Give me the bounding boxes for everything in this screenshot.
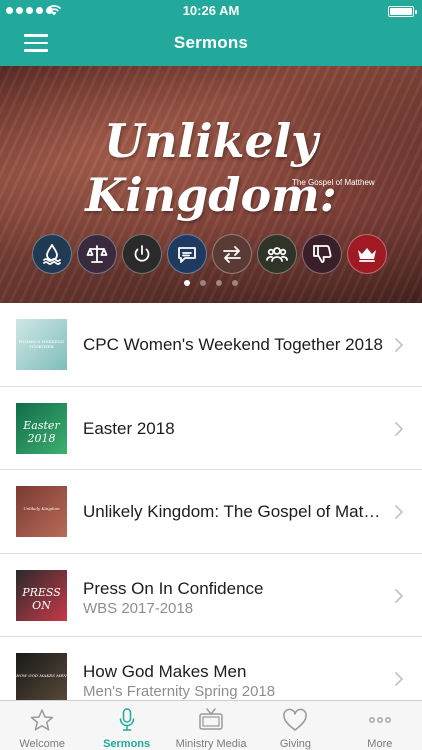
status-time: 10:26 AM: [182, 3, 240, 18]
series-thumbnail: PRESS ON: [16, 569, 67, 621]
thumbnail-label: Unlikely Kingdom: [23, 506, 60, 511]
microphone-icon: [119, 708, 134, 731]
list-item-subtitle: Men's Fraternity Spring 2018: [83, 683, 276, 700]
list-item[interactable]: Unlikely Kingdom Unlikely Kingdom: The Go…: [0, 470, 422, 554]
series-thumbnail: WOMEN'S WEEKEND TOGETHER: [16, 319, 67, 370]
tab-label: Sermons: [103, 738, 151, 750]
series-thumbnail: Unlikely Kingdom: [16, 486, 67, 537]
tab-label: More: [367, 738, 393, 750]
page-dot[interactable]: [184, 280, 190, 286]
tab-sermons[interactable]: Sermons: [84, 701, 168, 750]
tv-icon: [199, 708, 223, 730]
crown-icon: [347, 234, 387, 274]
chevron-right-icon: [395, 505, 403, 519]
series-banner[interactable]: Unlikely Kingdom: The Gospel of Matthew: [0, 66, 422, 303]
tab-label: Giving: [279, 738, 312, 750]
more-dots-icon: [368, 717, 391, 723]
list-item-title: CPC Women's Weekend Together 2018: [83, 335, 383, 354]
list-item-subtitle: WBS 2017-2018: [83, 599, 194, 617]
tab-giving[interactable]: Giving: [253, 701, 337, 750]
tab-ministry-media[interactable]: Ministry Media: [169, 701, 253, 750]
list-item[interactable]: Easter 2018 Easter 2018: [0, 387, 422, 470]
chevron-right-icon: [395, 588, 403, 603]
list-item[interactable]: WOMEN'S WEEKEND TOGETHER CPC Women's Week…: [0, 303, 422, 387]
chevron-right-icon: [395, 421, 403, 436]
list-item-title: Unlikely Kingdom: The Gospel of Matthew: [83, 502, 383, 521]
page-dot[interactable]: [232, 280, 238, 286]
series-thumbnail: Easter 2018: [16, 402, 67, 454]
chevron-right-icon: [395, 338, 403, 352]
thumbnail-label: PRESS ON: [22, 585, 61, 612]
page-dot[interactable]: [200, 280, 206, 286]
list-item-title: Press On In Confidence: [83, 578, 264, 598]
thumbnail-label: HOW GOD MAKES MEN: [16, 673, 67, 678]
tab-label: Welcome: [19, 738, 66, 750]
water-drop-icon: [32, 234, 72, 274]
banner-icon-row: [32, 234, 387, 274]
battery-icon: [388, 6, 417, 17]
banner-subtitle: The Gospel of Matthew: [292, 178, 375, 187]
sermon-series-list: WOMEN'S WEEKEND TOGETHER CPC Women's Week…: [0, 303, 422, 721]
thumbs-down-icon: [302, 234, 342, 274]
tab-more[interactable]: More: [338, 701, 422, 750]
list-item-title: Easter 2018: [83, 418, 175, 438]
banner-title: Unlikely Kingdom:: [85, 114, 337, 222]
page-title: Sermons: [173, 33, 249, 52]
status-bar: 10:26 AM: [0, 0, 422, 22]
tab-welcome[interactable]: Welcome: [0, 701, 84, 750]
speech-bubble-icon: [167, 234, 207, 274]
thumbnail-label: Easter 2018: [23, 418, 60, 445]
people-icon: [257, 234, 297, 274]
scales-icon: [77, 234, 117, 274]
star-icon: [30, 709, 54, 731]
thumbnail-label: WOMEN'S WEEKEND TOGETHER: [18, 339, 65, 349]
exchange-arrows-icon: [212, 234, 252, 274]
chevron-right-icon: [395, 672, 403, 686]
list-item-title: How God Makes Men: [83, 662, 247, 681]
page-dot[interactable]: [216, 280, 222, 286]
list-item[interactable]: PRESS ON Press On In Confidence WBS 2017-2…: [0, 554, 422, 637]
tab-bar: Welcome Sermons Ministry Media Giving More: [0, 700, 422, 750]
top-bar: 10:26 AM Sermons: [0, 0, 422, 66]
series-thumbnail: HOW GOD MAKES MEN: [16, 653, 67, 704]
power-icon: [122, 234, 162, 274]
heart-icon: [283, 708, 308, 731]
tab-label: Ministry Media: [175, 738, 247, 750]
page-indicator[interactable]: [0, 280, 422, 286]
